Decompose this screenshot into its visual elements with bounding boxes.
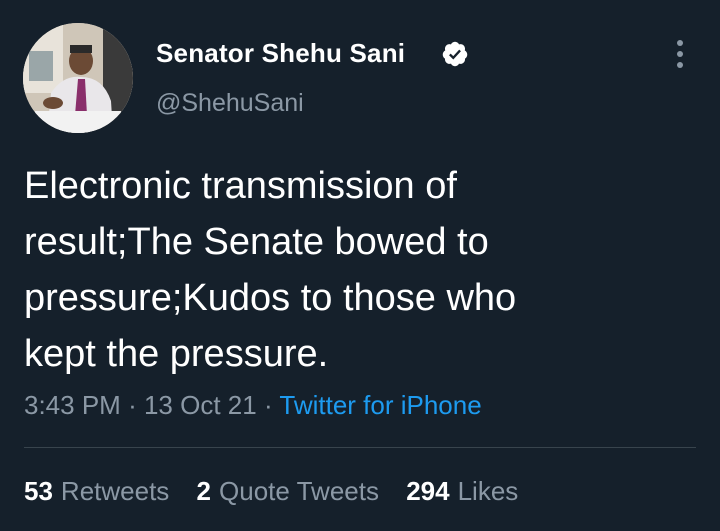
author-display-name[interactable]: Senator Shehu Sani: [156, 38, 405, 69]
meta-separator: ·: [263, 390, 273, 420]
verified-badge-icon: [442, 41, 468, 67]
tweet-time[interactable]: 3:43 PM: [24, 390, 121, 420]
divider: [24, 447, 696, 448]
likes-stat[interactable]: 294 Likes: [406, 476, 518, 506]
retweets-count: 53: [24, 476, 53, 506]
author-handle[interactable]: @ShehuSani: [156, 89, 304, 118]
engagement-stats: 53 Retweets 2 Quote Tweets 294 Likes: [24, 476, 538, 507]
tweet-text-line: pressure;Kudos to those who: [24, 277, 517, 319]
tweet-text-line: Electronic transmission of: [24, 165, 457, 207]
likes-label: Likes: [457, 476, 519, 506]
tweet-card: Senator Shehu Sani @ShehuSani Electronic…: [0, 0, 720, 531]
tweet-date[interactable]: 13 Oct 21: [144, 390, 257, 420]
more-vertical-icon[interactable]: [668, 40, 692, 72]
quote-tweets-count: 2: [196, 476, 212, 506]
quote-tweets-label: Quote Tweets: [219, 476, 379, 506]
quote-tweets-stat[interactable]: 2 Quote Tweets: [197, 476, 379, 506]
tweet-text-line: result;The Senate bowed to: [24, 221, 489, 263]
tweet-text: Electronic transmission of result;The Se…: [24, 158, 704, 382]
tweet-source-link[interactable]: Twitter for iPhone: [279, 390, 481, 420]
retweets-label: Retweets: [60, 476, 170, 506]
avatar[interactable]: [23, 23, 133, 133]
avatar-photo: [23, 23, 133, 133]
likes-count: 294: [406, 476, 450, 506]
retweets-stat[interactable]: 53 Retweets: [24, 476, 169, 506]
meta-separator: ·: [128, 390, 137, 420]
tweet-metadata: 3:43 PM · 13 Oct 21 · Twitter for iPhone: [24, 390, 482, 421]
tweet-text-line: kept the pressure.: [24, 333, 329, 375]
